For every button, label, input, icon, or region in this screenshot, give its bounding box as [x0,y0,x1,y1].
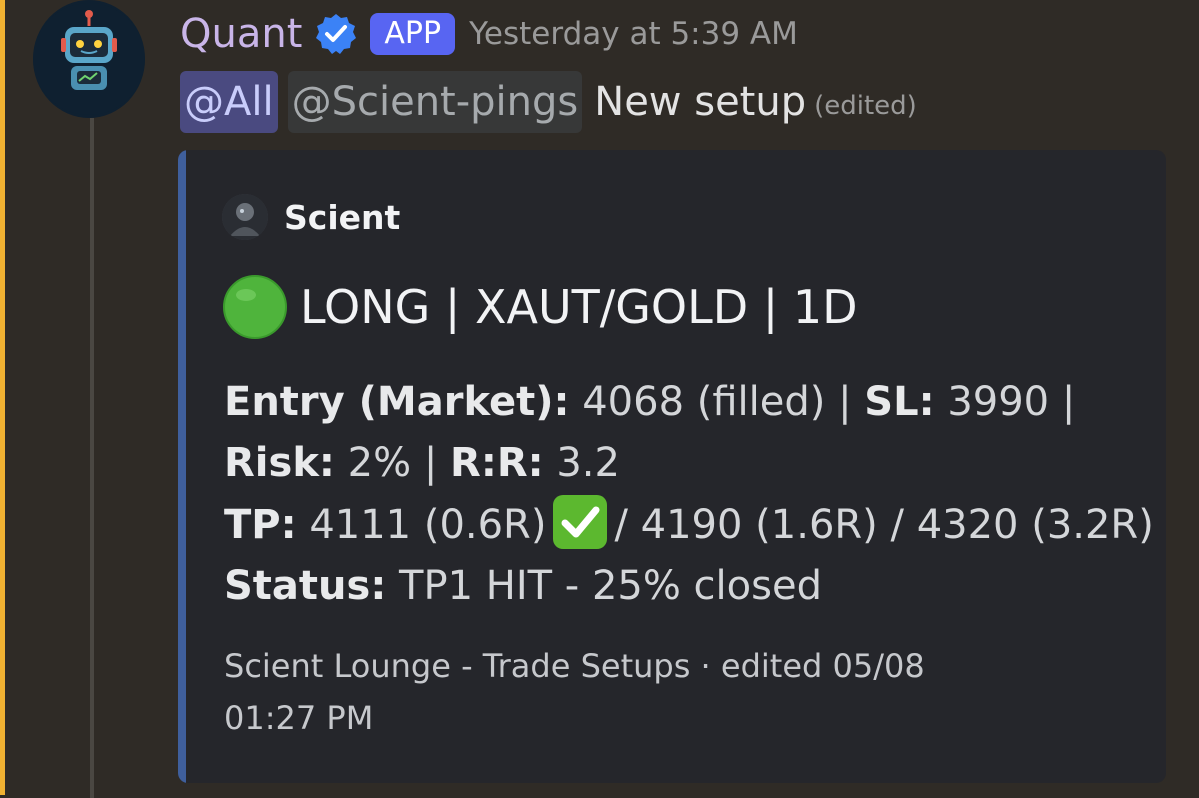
message-content: @All @Scient-pings New setup (edited) [180,70,917,134]
embed-footer: Scient Lounge - Trade Setups · edited 05… [224,647,925,737]
tp-rest-value: / 4190 (1.6R) / 4320 (3.2R) [614,502,1154,548]
message-timestamp[interactable]: Yesterday at 5:39 AM [469,16,798,52]
status-value: TP1 HIT - 25% closed [399,563,822,609]
entry-value: 4068 (filled) | [582,379,852,425]
verified-badge-icon [314,12,358,56]
tp-label: TP: [224,502,297,548]
entry-label: Entry (Market): [224,379,570,425]
embed-title-text: LONG | XAUT/GOLD | 1D [300,280,858,334]
risk-label: Risk: [224,440,335,486]
tp1-value: 4111 (0.6R) [309,502,547,548]
username[interactable]: Quant [180,11,302,57]
embed-description: Entry (Market): 4068 (filled) | SL: 3990… [224,372,1154,617]
mention-all[interactable]: @All [180,71,278,133]
sl-value: 3990 | [947,379,1076,425]
green-circle-icon [222,274,288,340]
embed-author: Scient [222,194,400,240]
embed-title: LONG | XAUT/GOLD | 1D [222,274,858,340]
embed-author-name: Scient [284,197,401,237]
status-line: Status: TP1 HIT - 25% closed [224,556,1154,617]
tp-line: TP: 4111 (0.6R) / 4190 (1.6R) / 4320 (3.2… [224,494,1154,556]
embed-accent-bar [178,150,186,783]
check-mark-icon [550,494,610,550]
sl-label: SL: [864,379,935,425]
reply-thread-line [90,118,94,798]
entry-line: Entry (Market): 4068 (filled) | SL: 3990… [224,372,1154,433]
author-avatar [222,194,268,240]
status-label: Status: [224,563,387,609]
risk-line: Risk: 2% | R:R: 3.2 [224,433,1154,494]
rr-label: R:R: [450,440,544,486]
message-embed: Scient LONG | XAUT/GOLD | 1D Entry (Mark… [178,150,1166,783]
app-tag: APP [370,13,456,55]
risk-value: 2% | [347,440,438,486]
robot-avatar-icon[interactable] [33,0,145,118]
message-text: New setup [594,79,807,125]
rr-value: 3.2 [556,440,620,486]
mention-role[interactable]: @Scient-pings [287,71,583,133]
message-header: Quant APP Yesterday at 5:39 AM [180,6,798,62]
mention-highlight-bar [0,0,5,795]
edited-label: (edited) [814,91,917,121]
